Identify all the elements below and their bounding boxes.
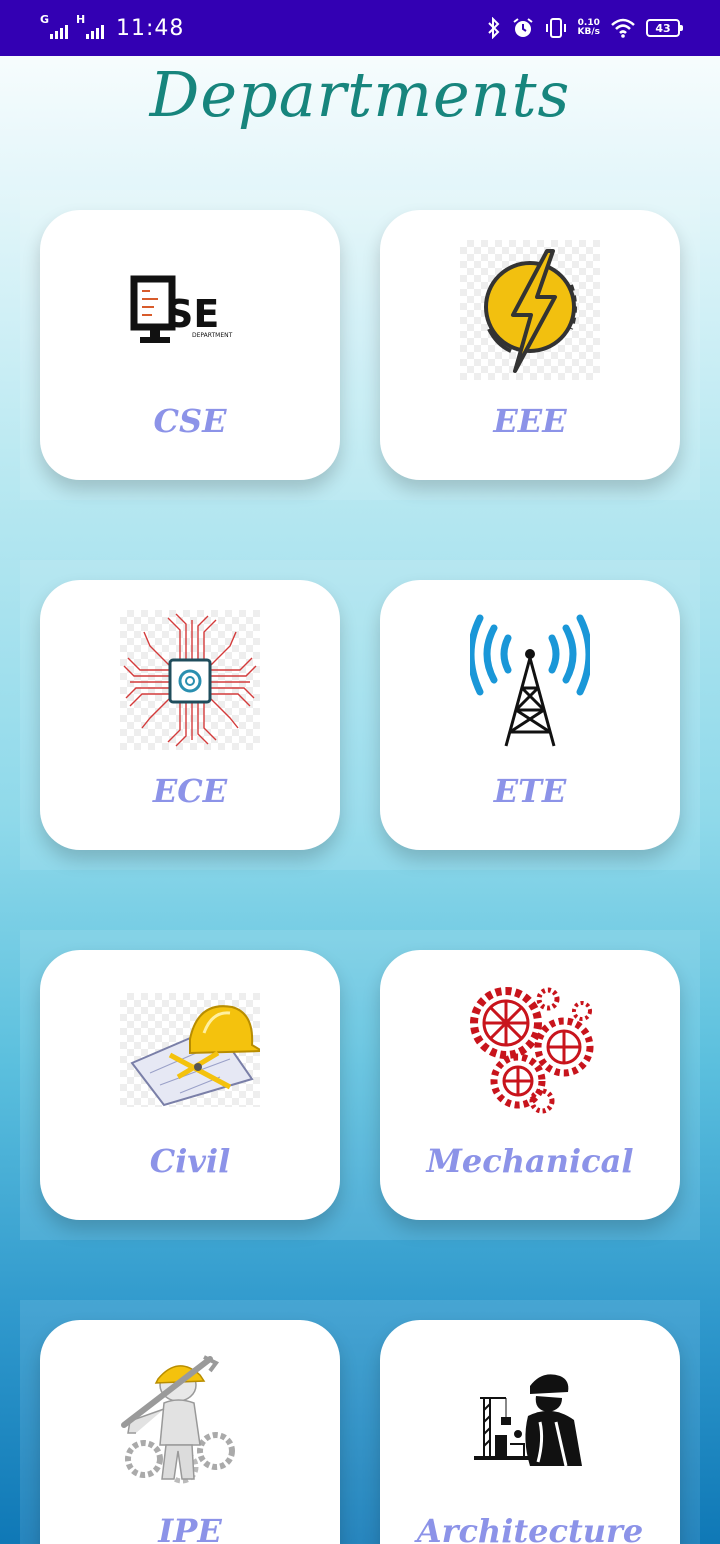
bluetooth-icon (486, 17, 502, 39)
engineer-wrench-icon (120, 1350, 260, 1490)
status-right: 0.10 KB/s 43 (486, 17, 683, 39)
construction-worker-icon (460, 1350, 600, 1490)
status-left: G H 11:48 (40, 13, 185, 41)
signal-strength-1-icon: G (40, 13, 68, 39)
network-speed: 0.10 KB/s (578, 19, 600, 37)
cse-logo-icon: SE DEPARTMENT (120, 240, 260, 380)
status-bar: G H 11:48 0.10 KB/s 43 (0, 0, 720, 56)
clock-time: 11:48 (116, 15, 185, 41)
card-label: EEE (493, 402, 567, 440)
card-label: CSE (153, 402, 227, 440)
card-label: Architecture (416, 1512, 644, 1544)
card-eee[interactable]: EEE (380, 210, 680, 480)
signal-strength-2-icon: H (76, 13, 104, 39)
network-type-1: G (40, 13, 50, 26)
card-civil[interactable]: Civil (40, 950, 340, 1220)
gears-icon (460, 980, 600, 1120)
card-label: Mechanical (426, 1142, 634, 1180)
battery-level: 43 (655, 21, 671, 35)
card-cse[interactable]: SE DEPARTMENT CSE (40, 210, 340, 480)
antenna-tower-icon (460, 610, 600, 750)
svg-text:SE: SE (166, 292, 219, 336)
card-label: IPE (158, 1512, 222, 1544)
card-ipe[interactable]: IPE (40, 1320, 340, 1544)
card-mechanical[interactable]: Mechanical (380, 950, 680, 1220)
card-label: ECE (152, 772, 228, 810)
svg-text:DEPARTMENT: DEPARTMENT (192, 332, 233, 339)
lightning-bolt-icon (460, 240, 600, 380)
circuit-chip-icon (120, 610, 260, 750)
vibrate-icon (544, 17, 568, 39)
page-title: Departments (149, 58, 571, 131)
card-ece[interactable]: ECE (40, 580, 340, 850)
card-label: Civil (149, 1142, 231, 1180)
battery-icon: 43 (646, 19, 683, 37)
alarm-icon (512, 17, 534, 39)
card-architecture[interactable]: Architecture (380, 1320, 680, 1544)
network-type-2: H (76, 13, 86, 26)
hardhat-blueprint-icon (120, 993, 260, 1107)
card-ete[interactable]: ETE (380, 580, 680, 850)
card-label: ETE (493, 772, 567, 810)
speed-unit: KB/s (577, 27, 600, 37)
wifi-icon (610, 18, 636, 38)
